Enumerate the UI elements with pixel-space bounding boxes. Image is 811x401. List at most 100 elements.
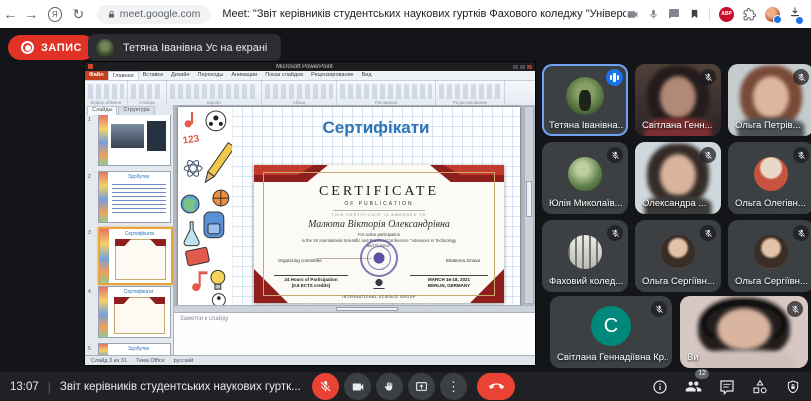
close-icon (527, 65, 532, 69)
panel-tab-slides[interactable]: Слайды (87, 106, 117, 115)
camera-icon (351, 380, 365, 394)
ribbon-tab[interactable]: Файл (85, 71, 108, 80)
ribbon-tab[interactable]: Анимации (227, 71, 261, 80)
svg-text:123: 123 (182, 133, 200, 146)
notes-pane[interactable]: Заметки к слайду (174, 312, 535, 356)
camera-button[interactable] (344, 373, 371, 400)
browser-logo-icon[interactable]: Я (48, 7, 62, 22)
current-slide[interactable]: 123 Сертифікати (178, 107, 520, 305)
ribbon-tab[interactable]: Вставка (139, 71, 167, 80)
host-controls-button[interactable] (785, 379, 801, 395)
profile-avatar[interactable] (765, 7, 780, 22)
activities-button[interactable] (752, 379, 768, 395)
ribbon-group[interactable]: Рисование (337, 81, 436, 106)
call-end-icon (489, 379, 504, 394)
slide-thumbnail[interactable] (98, 115, 171, 166)
ribbon-tab[interactable]: Дизайн (167, 71, 194, 80)
raise-hand-button[interactable] (376, 373, 403, 400)
ribbon-group[interactable]: Буфер обмена (85, 81, 128, 106)
camera-permission-icon[interactable] (626, 8, 639, 21)
panel-tab-outline[interactable]: Структура (118, 106, 154, 115)
mic-muted-icon (700, 225, 716, 241)
ribbon-tab[interactable]: Главная (108, 71, 139, 80)
participant-tile[interactable]: Юлія Миколаїв... (542, 142, 628, 214)
extensions-icon[interactable] (743, 8, 756, 21)
participant-tile[interactable]: Фаховий колед... (542, 220, 628, 292)
status-language: русский (174, 358, 194, 364)
recording-badge[interactable]: ЗАПИС (8, 35, 95, 60)
status-theme: Тема Office (136, 358, 165, 364)
mic-muted-icon (651, 301, 667, 317)
forward-icon[interactable]: → (21, 0, 42, 28)
mic-off-button[interactable] (312, 373, 339, 400)
back-icon[interactable]: ← (0, 0, 21, 28)
participant-tile[interactable]: Світлана Генн... (635, 64, 721, 136)
stamp-seal (360, 239, 398, 277)
mic-muted-icon (700, 147, 716, 163)
chat-permission-icon[interactable] (668, 8, 680, 20)
participant-tile[interactable]: Ви (680, 296, 808, 368)
mic-permission-icon[interactable] (648, 9, 659, 20)
participant-name: Ольга Олегівн... (735, 198, 810, 209)
slides-panel: Слайды Структура 12Здобутки3Сертифікати4… (85, 105, 174, 356)
ribbon-group[interactable]: Слайды (128, 81, 167, 106)
speaking-indicator-icon (606, 69, 623, 86)
avatar-initial: C (591, 306, 631, 346)
ribbon-tab[interactable]: Рецензирование (307, 71, 357, 80)
record-icon (21, 41, 34, 54)
mic-muted-icon (793, 69, 809, 85)
participant-tile[interactable]: Ольга Сергіївн... (635, 220, 721, 292)
participant-name: Ольга Петрів... (735, 120, 810, 131)
recording-label: ЗАПИС (41, 42, 82, 54)
meet-bottom-bar: 13:07 | Звіт керівників студентських нау… (0, 372, 811, 401)
slide-thumbnail[interactable]: Здобутки (98, 171, 171, 223)
participants-button[interactable]: 12 (685, 378, 702, 395)
ribbon-tab[interactable]: Переходы (194, 71, 228, 80)
participant-tile[interactable]: Ольга Сергіївн... (728, 220, 811, 292)
chat-button[interactable] (719, 379, 735, 395)
url-text: meet.google.com (120, 8, 201, 20)
google-meet-screen: ← → Я ↻ meet.google.com Meet: "Звіт кері… (0, 0, 811, 401)
participant-tile[interactable]: CСвітлана Геннадіївна Кр... (550, 296, 672, 368)
more-icon: ⋮ (447, 380, 460, 393)
slide-thumbnail[interactable]: Сертифікати (98, 227, 173, 285)
date-block: MARCH 16-18, 2021 BERLIN, GERMANY (410, 275, 488, 288)
status-slide-number: Слайд 3 из 31 (91, 358, 127, 364)
slide-canvas: 123 Сертифікати (174, 105, 535, 305)
slide-thumbnail[interactable]: Сертифікати (98, 286, 171, 338)
participant-tile[interactable]: Ольга Петрів... (728, 64, 811, 136)
clock-time: 13:07 (10, 381, 39, 393)
ribbon-group[interactable]: Абзац (262, 81, 337, 106)
ribbon-tab[interactable]: Показ слайдов (261, 71, 307, 80)
leave-call-button[interactable] (477, 373, 515, 400)
thumbnail-number: 1 (88, 117, 91, 123)
presenting-banner[interactable]: Тетяна Іванівна Ус на екрані (88, 34, 281, 61)
mic-muted-icon (700, 69, 716, 85)
participant-tile[interactable]: Олександра ... (635, 142, 721, 214)
participant-tile[interactable]: Ольга Олегівн... (728, 142, 811, 214)
participant-name: Тетяна Іванівна... (549, 120, 624, 131)
participant-tile[interactable]: Тетяна Іванівна... (542, 64, 628, 136)
slide-editor: 123 Сертифікати (174, 105, 535, 356)
organization-name: INTERNATIONAL SCIENCE GROUP (339, 295, 419, 300)
address-bar[interactable]: meet.google.com (97, 5, 211, 24)
bookmark-icon[interactable] (689, 8, 700, 20)
refresh-icon[interactable]: ↻ (68, 0, 89, 28)
window-controls[interactable] (513, 65, 532, 69)
ribbon-tab[interactable]: Вид (358, 71, 376, 80)
hand-icon (383, 380, 396, 393)
horizontal-scrollbar[interactable] (174, 305, 535, 312)
presenting-text: Тетяна Іванівна Ус на екрані (123, 42, 267, 54)
more-options-button[interactable]: ⋮ (440, 373, 467, 400)
present-screen-icon (415, 380, 428, 393)
ribbon-group[interactable]: Шрифт (167, 81, 262, 106)
meeting-details-button[interactable] (652, 379, 668, 395)
downloads-icon[interactable] (789, 5, 801, 23)
participant-name: Ольга Сергіївн... (735, 276, 810, 287)
info-icon (652, 379, 668, 395)
ribbon-group[interactable]: Редактирование (436, 81, 505, 106)
present-button[interactable] (408, 373, 435, 400)
signature-name: Ekaterina Zmava (446, 258, 480, 263)
adblock-icon[interactable]: ABP (719, 7, 734, 22)
vertical-scrollbar[interactable] (524, 106, 534, 304)
